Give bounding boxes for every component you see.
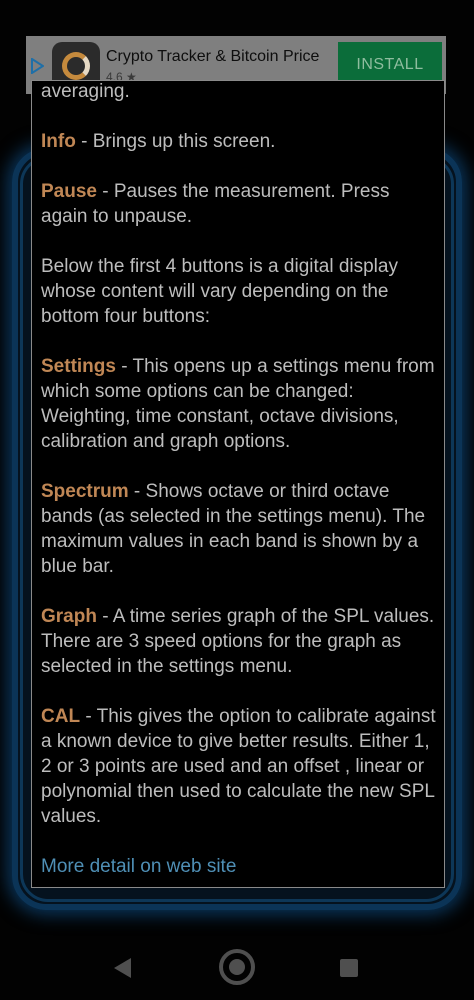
cal-term: CAL <box>41 706 81 727</box>
cal-description: - This gives the option to calibrate aga… <box>41 706 436 827</box>
info-paragraph: Info - Brings up this screen. <box>41 129 441 154</box>
back-icon[interactable] <box>114 958 131 978</box>
navigation-bar <box>0 930 474 1000</box>
info-description: - Brings up this screen. <box>75 131 276 152</box>
ad-choices-icon[interactable] <box>30 58 44 74</box>
screen: Crypto Tracker & Bitcoin Price 4.6 ★ INS… <box>0 0 474 1000</box>
more-detail-paragraph: More detail on web site <box>41 854 441 879</box>
info-dialog-content: averaging. Info - Brings up this screen.… <box>41 81 441 887</box>
graph-paragraph: Graph - A time series graph of the SPL v… <box>41 604 441 679</box>
recents-icon[interactable] <box>340 959 358 977</box>
info-dialog[interactable]: averaging. Info - Brings up this screen.… <box>31 80 445 888</box>
ad-title[interactable]: Crypto Tracker & Bitcoin Price <box>106 48 319 66</box>
settings-paragraph: Settings - This opens up a settings menu… <box>41 354 441 454</box>
pause-paragraph: Pause - Pauses the measurement. Press ag… <box>41 179 441 229</box>
settings-term: Settings <box>41 356 116 377</box>
graph-term: Graph <box>41 606 97 627</box>
spectrum-paragraph: Spectrum - Shows octave or third octave … <box>41 479 441 579</box>
home-icon[interactable] <box>219 949 255 985</box>
cal-paragraph: CAL - This gives the option to calibrate… <box>41 704 441 829</box>
display-note: Below the first 4 buttons is a digital d… <box>41 256 398 327</box>
graph-description: - A time series graph of the SPL values.… <box>41 606 435 677</box>
spectrum-term: Spectrum <box>41 481 129 502</box>
info-term: Info <box>41 131 76 152</box>
more-detail-link[interactable]: More detail on web site <box>41 856 236 877</box>
pause-term: Pause <box>41 181 97 202</box>
intro-tail: averaging. <box>41 81 130 102</box>
